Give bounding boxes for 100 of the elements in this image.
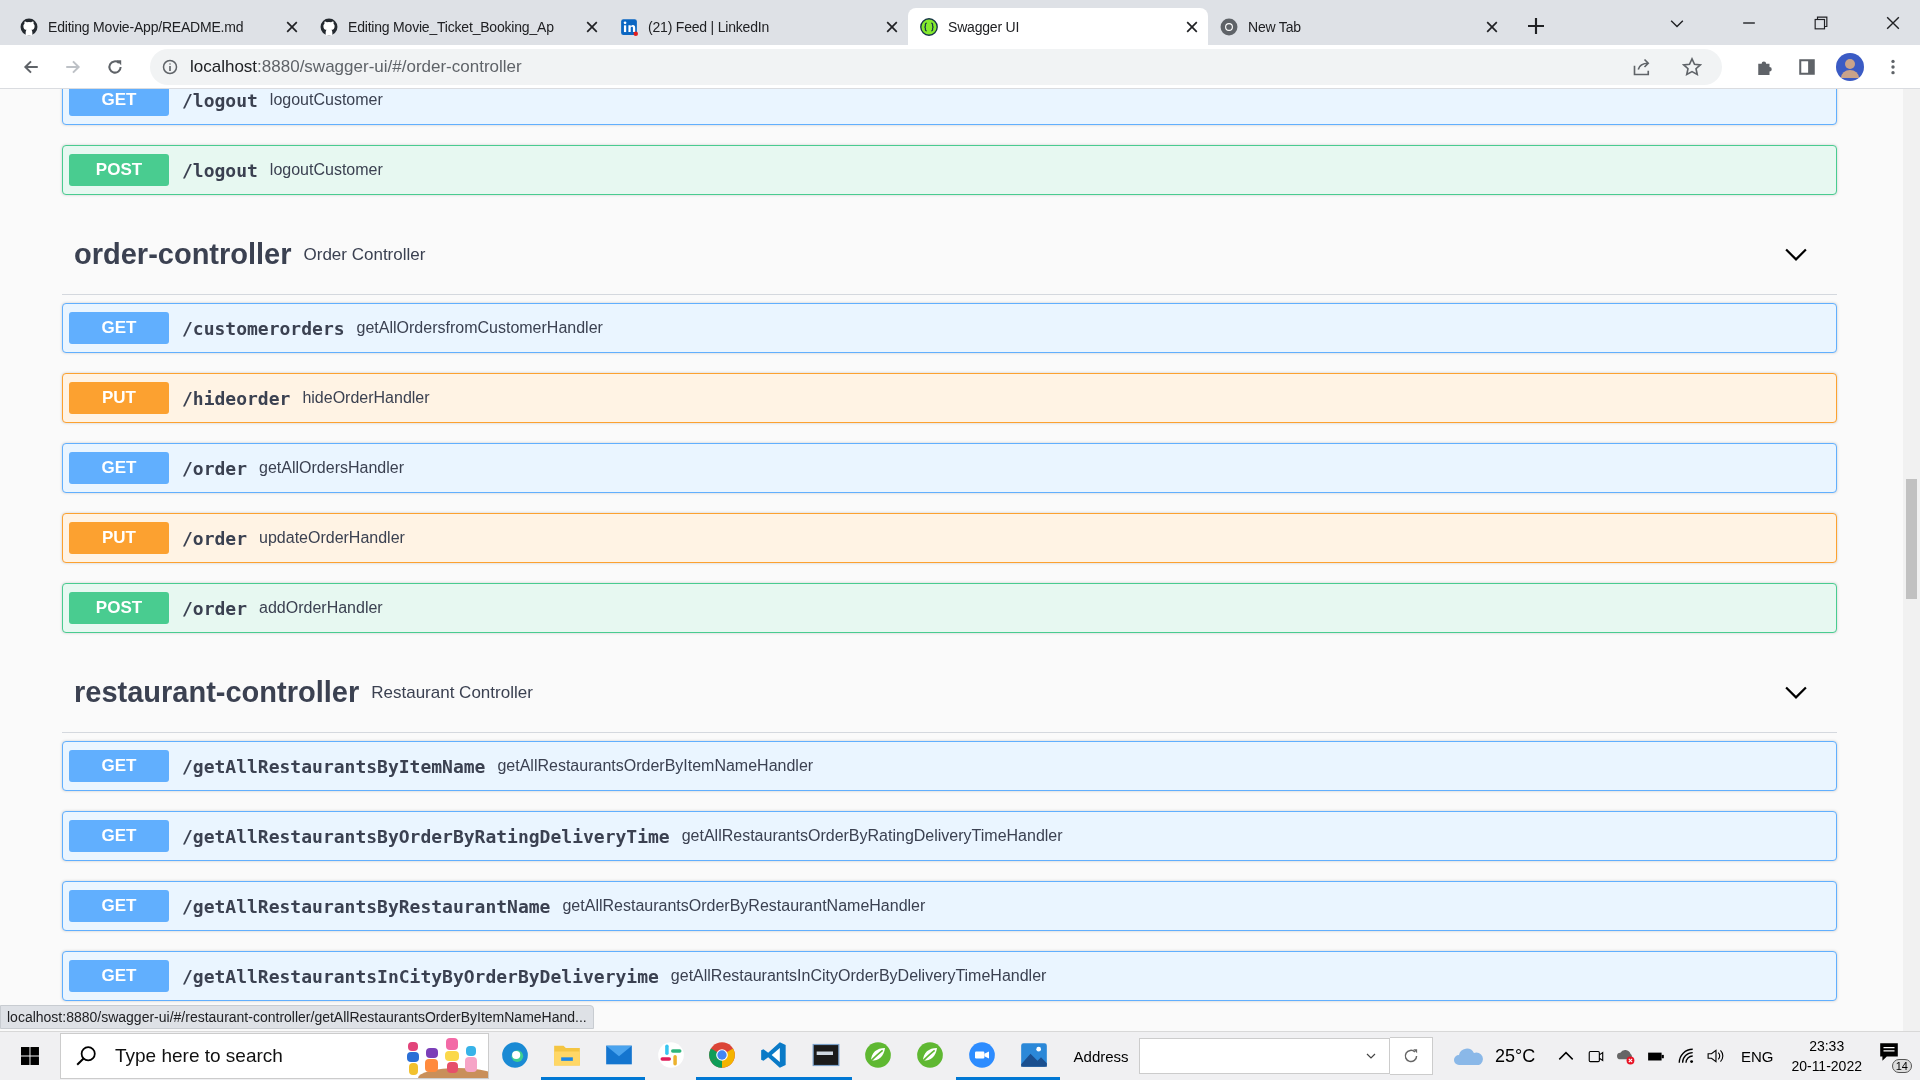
link-preview: localhost:8880/swagger-ui/#/restaurant-controller/getAllRestaurantsOrderByItemNameHand...: [0, 1005, 594, 1029]
method-badge: GET: [69, 750, 169, 782]
chevron-icon[interactable]: [1785, 685, 1807, 700]
refresh-icon[interactable]: [1390, 1037, 1433, 1075]
address-label: Address: [1073, 1047, 1129, 1065]
search-bar[interactable]: Type here to search: [59, 1033, 489, 1079]
endpoint-path: /logout: [182, 89, 258, 111]
tab-title: Editing Movie_Ticket_Booking_Ap: [348, 18, 555, 35]
endpoint-summary: addOrderHandler: [259, 599, 383, 617]
browser-tab[interactable]: (21) Feed | LinkedIn: [608, 8, 908, 45]
restore-icon[interactable]: [1814, 15, 1828, 30]
endpoint-row[interactable]: GET /getAllRestaurantsByRestaurantName getAllRestaurantsOrderByRestaurantNameHandler: [62, 881, 1837, 931]
section-description: Restaurant Controller: [371, 682, 533, 703]
method-badge: PUT: [69, 522, 169, 554]
clock-time: 23:33: [1809, 1037, 1845, 1056]
video-app-icon: [967, 1040, 996, 1069]
hash-icon: [656, 1040, 685, 1069]
notification-icon[interactable]: [1878, 1041, 1900, 1063]
method-badge: GET: [69, 890, 169, 922]
avatar-icon[interactable]: [1836, 52, 1864, 81]
method-badge: PUT: [69, 382, 169, 414]
endpoint-row[interactable]: PUT /hideorder hideOrderHandler: [62, 373, 1837, 423]
windows-icon[interactable]: [20, 1046, 40, 1066]
method-badge: GET: [69, 960, 169, 992]
speaker-icon[interactable]: [1706, 1047, 1725, 1065]
scrollbar[interactable]: [1903, 89, 1920, 1031]
section-name: order-controller: [74, 238, 292, 271]
search-field[interactable]: Type here to search: [112, 1044, 357, 1068]
method-badge: POST: [69, 592, 169, 624]
close-icon[interactable]: [1886, 15, 1900, 30]
close-icon[interactable]: [1486, 20, 1498, 33]
chrome-icon: [708, 1040, 737, 1069]
endpoint-path: /order: [182, 457, 248, 479]
endpoint-path: /hideorder: [182, 387, 291, 409]
close-icon[interactable]: [586, 20, 598, 33]
endpoint-row[interactable]: POST /order addOrderHandler: [62, 583, 1837, 633]
section-name: restaurant-controller: [74, 676, 360, 709]
endpoint-row[interactable]: GET /logout logoutCustomer: [62, 89, 1837, 125]
endpoint-path: /getAllRestaurantsByOrderByRatingDeliveryTime: [182, 825, 670, 847]
leaf-icon: [864, 1040, 893, 1069]
wifi-icon[interactable]: [1676, 1047, 1695, 1065]
braces-icon: [920, 17, 938, 36]
clock[interactable]: 23:33 20-11-2022: [1791, 1036, 1862, 1076]
browser-tab[interactable]: Editing Movie-App/README.md: [8, 8, 308, 45]
cloud-error-icon[interactable]: [1617, 1047, 1635, 1065]
close-icon[interactable]: [286, 20, 298, 33]
endpoint-row[interactable]: GET /getAllRestaurantsInCityByOrderByDeliveryime getAllRestaurantsInCityOrderByDeliveryTimeHandler: [62, 951, 1837, 1001]
endpoint-row[interactable]: POST /logout logoutCustomer: [62, 145, 1837, 195]
leaf-icon: [915, 1040, 944, 1069]
linkedin-icon: [620, 17, 638, 36]
endpoint-summary: logoutCustomer: [269, 161, 383, 179]
url-text: localhost:8880/swagger-ui/#/order-controller: [190, 56, 522, 77]
chevron-icon[interactable]: [1785, 247, 1807, 262]
new-tab-icon[interactable]: [1528, 18, 1544, 34]
tab-title: New Tab: [1248, 18, 1302, 35]
endpoint-row[interactable]: PUT /order updateOrderHandler: [62, 513, 1837, 563]
endpoint-summary: getAllOrdersHandler: [259, 459, 404, 477]
method-badge: POST: [69, 154, 169, 186]
tab-title: (21) Feed | LinkedIn: [648, 18, 771, 35]
endpoint-row[interactable]: GET /getAllRestaurantsByItemName getAllRestaurantsOrderByItemNameHandler: [62, 741, 1837, 791]
section-header[interactable]: restaurant-controller Restaurant Controller: [62, 653, 1837, 733]
method-badge: GET: [69, 820, 169, 852]
temperature[interactable]: 25°C: [1494, 1045, 1536, 1067]
github-icon: [320, 17, 338, 36]
address-field[interactable]: [1138, 1038, 1391, 1074]
tab-title: Editing Movie-App/README.md: [48, 18, 245, 35]
endpoint-summary: getAllRestaurantsOrderByItemNameHandler: [497, 757, 814, 775]
github-icon: [20, 17, 38, 36]
endpoint-path: /getAllRestaurantsByItemName: [182, 755, 486, 777]
browser-tab[interactable]: New Tab: [1208, 8, 1508, 45]
endpoint-path: /getAllRestaurantsInCityByOrderByDeliveryime: [182, 965, 659, 987]
info-icon: [162, 58, 178, 75]
browser-tab[interactable]: Editing Movie_Ticket_Booking_Ap: [308, 8, 608, 45]
close-icon[interactable]: [886, 20, 898, 33]
endpoint-row[interactable]: GET /customerorders getAllOrdersfromCustomerHandler: [62, 303, 1837, 353]
endpoint-path: /customerorders: [182, 317, 345, 339]
address-bar[interactable]: localhost:8880/swagger-ui/#/order-controller: [150, 48, 1722, 85]
section-header[interactable]: order-controller Order Controller: [62, 215, 1837, 295]
star-icon[interactable]: [1682, 56, 1702, 77]
endpoint-row[interactable]: GET /getAllRestaurantsByOrderByRatingDeliveryTime getAllRestaurantsOrderByRatingDeliveryTimeHandler: [62, 811, 1837, 861]
endpoint-summary: logoutCustomer: [269, 91, 383, 109]
chrome-icon: [1220, 17, 1238, 36]
endpoint-summary: hideOrderHandler: [302, 389, 430, 407]
close-icon[interactable]: [1186, 20, 1198, 33]
photos-icon: [1019, 1040, 1048, 1069]
section-description: Order Controller: [303, 244, 426, 265]
method-badge: GET: [69, 312, 169, 344]
cloud-icon: [1453, 1046, 1485, 1066]
endpoint-row[interactable]: GET /order getAllOrdersHandler: [62, 443, 1837, 493]
endpoint-summary: getAllRestaurantsOrderByRatingDeliveryTimeHandler: [681, 827, 1063, 845]
language-indicator[interactable]: ENG: [1740, 1047, 1774, 1065]
endpoint-path: /order: [182, 527, 248, 549]
endpoint-summary: getAllRestaurantsOrderByRestaurantNameHandler: [562, 897, 926, 915]
endpoint-path: /getAllRestaurantsByRestaurantName: [182, 895, 551, 917]
endpoint-summary: getAllOrdersfromCustomerHandler: [356, 319, 603, 337]
share-icon[interactable]: [1632, 56, 1652, 77]
edge-icon: [500, 1040, 529, 1069]
endpoint-summary: updateOrderHandler: [259, 529, 405, 547]
browser-tab[interactable]: Swagger UI: [908, 8, 1208, 45]
method-badge: GET: [69, 452, 169, 484]
